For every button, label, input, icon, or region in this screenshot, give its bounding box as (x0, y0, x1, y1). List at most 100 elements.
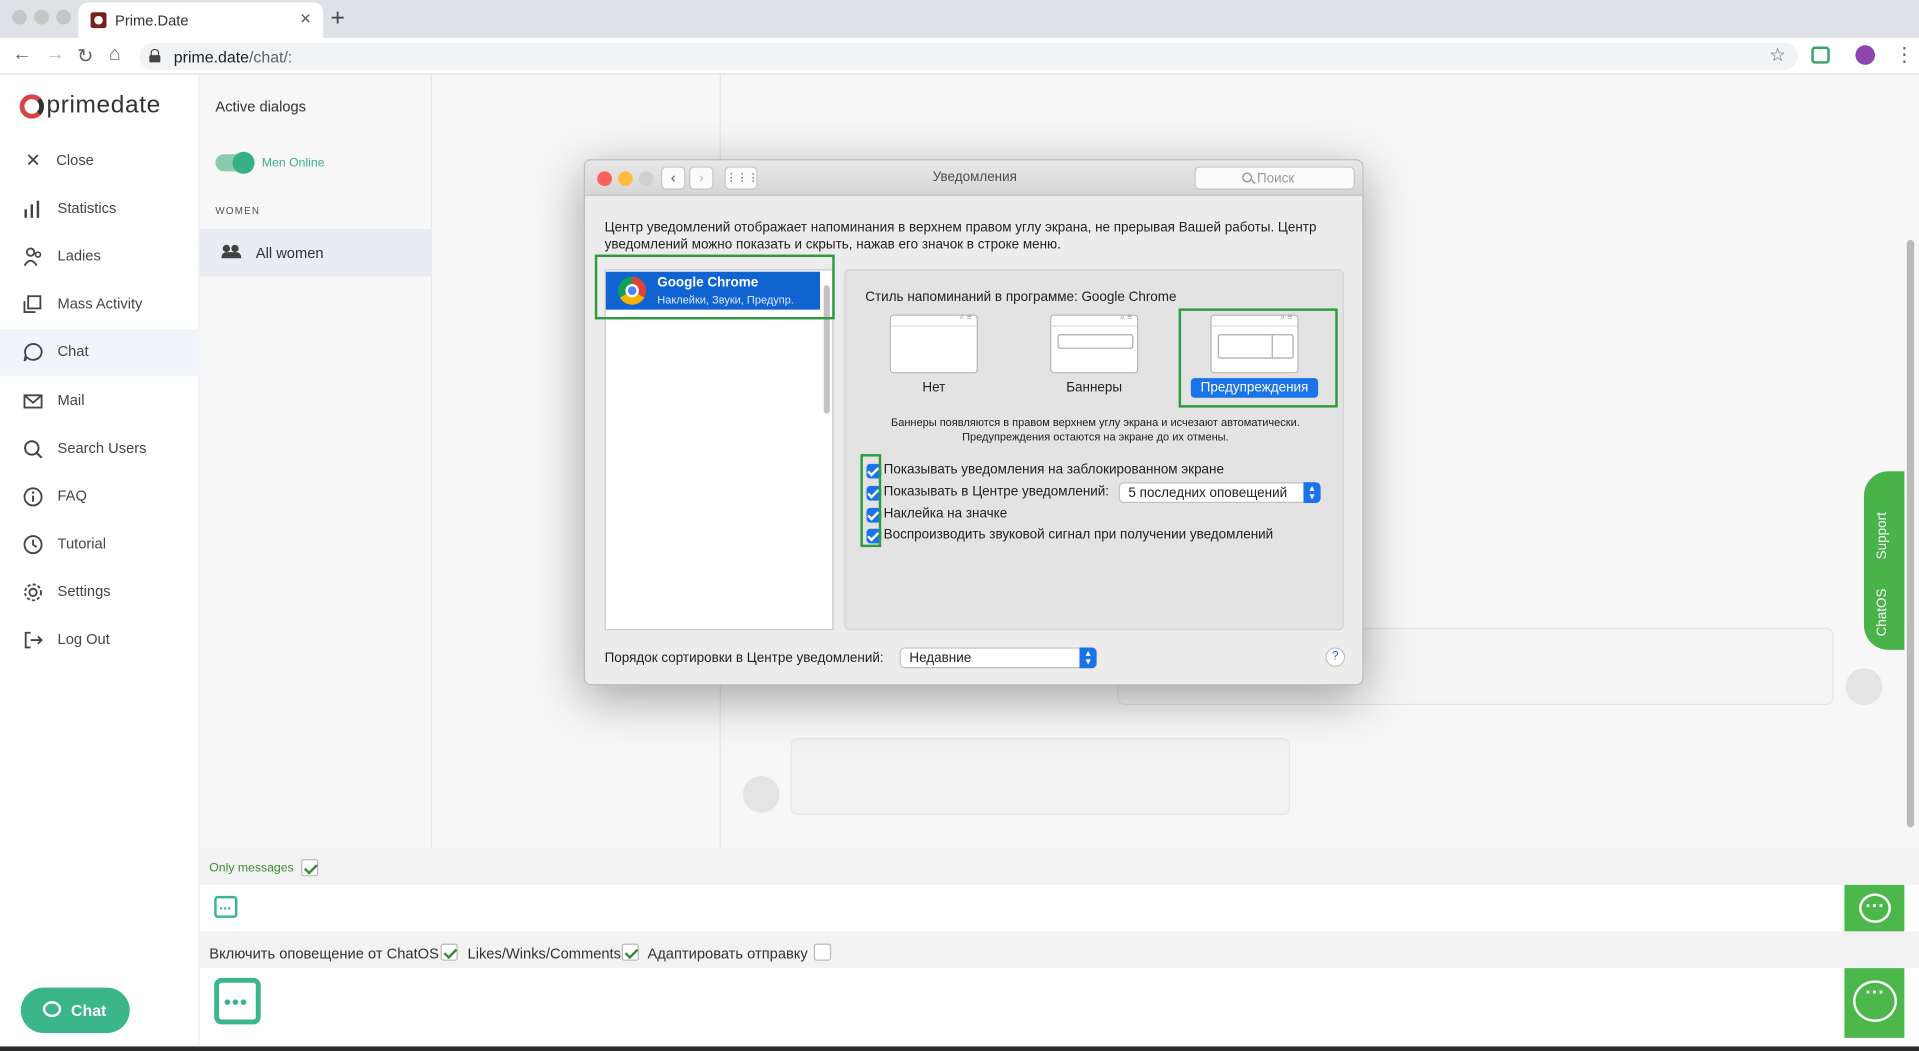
sidebar-item-label: FAQ (57, 487, 87, 505)
help-button[interactable]: ? (1325, 647, 1346, 668)
sidebar-item-label: Close (56, 151, 94, 169)
mass-activity-icon (22, 294, 44, 316)
chat-input-row (199, 968, 1919, 1047)
thumb-menubar (890, 313, 977, 327)
reload-icon[interactable]: ↻ (77, 44, 93, 68)
recent-count-select[interactable]: 5 последних оповещений ▴ ▾ (1118, 482, 1321, 504)
style-banners-thumb[interactable] (1050, 313, 1139, 374)
highlight-app-row (594, 254, 835, 320)
sound-label: Воспроизводить звуковой сигнал при получ… (883, 527, 1274, 543)
sidebar-item-label: Chat (57, 342, 89, 360)
window-minimize-control[interactable] (34, 9, 49, 25)
search-icon (22, 438, 44, 460)
back-arrow-icon[interactable]: ← (12, 44, 32, 66)
new-tab-icon[interactable]: + (330, 5, 344, 33)
url-path: /chat/: (248, 47, 293, 67)
extension-icon[interactable] (1811, 46, 1830, 64)
mail-icon (22, 390, 44, 412)
recent-count-value: 5 последних оповещений (1128, 485, 1288, 501)
show-in-center-label: Показывать в Центре уведомлений: (883, 484, 1110, 500)
sidebar-item-label: Tutorial (57, 534, 106, 552)
forward-arrow-icon[interactable]: → (45, 44, 65, 66)
logout-icon (22, 629, 44, 651)
home-icon[interactable]: ⌂ (109, 44, 121, 66)
window-zoom-control[interactable] (56, 9, 71, 25)
open-chat-button[interactable] (1844, 884, 1905, 932)
bookmark-star-icon[interactable]: ☆ (1769, 44, 1785, 66)
window-close-control[interactable] (12, 9, 27, 25)
chat-bubble-icon (22, 341, 44, 363)
browser-address-bar: ← → ↻ ⌂ prime.date/chat/: ☆ ⋮ (0, 37, 1919, 75)
sidebar-item-mass-activity[interactable]: Mass Activity (0, 281, 199, 328)
sidebar-item-mail[interactable]: Mail (0, 378, 199, 425)
style-banners-label: Баннеры (1066, 380, 1123, 396)
browser-menu-icon[interactable]: ⋮ (1895, 43, 1915, 67)
adapt-send-checkbox[interactable] (813, 943, 832, 961)
likes-winks-checkbox[interactable] (621, 943, 639, 961)
app-list: Google Chrome Наклейки, Звуки, Предупр. (604, 269, 834, 631)
notifications-dialog: ‹ › ⋮⋮⋮ Уведомления Поиск Центр уведомле… (583, 159, 1364, 686)
sidebar-item-label: Ladies (57, 247, 101, 265)
dialog-search-field[interactable]: Поиск (1194, 166, 1355, 190)
style-note-line1: Баннеры появляются в правом верхнем углу… (890, 416, 1300, 429)
chat-calendar-icon[interactable] (214, 977, 261, 1025)
browser-tab[interactable]: Prime.Date × (78, 2, 324, 38)
thumb-menubar (1051, 313, 1138, 327)
style-none-thumb[interactable] (889, 313, 978, 374)
sidebar-item-faq[interactable]: FAQ (0, 474, 199, 521)
sidebar-item-label: Statistics (57, 199, 117, 217)
logo-mark-icon (19, 94, 45, 119)
style-note-line2: Предупреждения остаются на экране до их … (962, 430, 1229, 444)
sidebar-item-settings[interactable]: Settings (0, 569, 199, 616)
banner-preview (1057, 334, 1134, 349)
bar-chart-icon (22, 198, 44, 220)
sidebar: primedate ✕ Close Statistics Ladies Mass… (0, 74, 200, 1051)
profile-avatar-icon[interactable] (1855, 45, 1876, 65)
window-bottom-edge (0, 1046, 1919, 1051)
sidebar-item-statistics[interactable]: Statistics (0, 186, 199, 233)
only-messages-bar: Only messages (199, 848, 1919, 885)
sidebar-item-tutorial[interactable]: Tutorial (0, 521, 199, 568)
ladies-icon (22, 246, 44, 268)
chatos-notify-label: Включить оповещение от ChatOS (209, 944, 439, 962)
sidebar-item-label: Log Out (57, 630, 110, 648)
url-host: prime.date (173, 47, 249, 67)
only-messages-checkbox[interactable] (301, 859, 319, 877)
dialog-description: Центр уведомлений отображает напоминания… (604, 220, 1317, 253)
notification-options-bar: Включить оповещение от ChatOS Likes/Wink… (199, 931, 1919, 969)
sidebar-item-close[interactable]: ✕ Close (0, 138, 199, 185)
gear-icon (22, 581, 44, 603)
sort-order-select[interactable]: Недавние ▴ ▾ (899, 647, 1097, 669)
sort-order-label: Порядок сортировки в Центре уведомлений: (604, 651, 884, 666)
sidebar-item-label: Settings (57, 582, 111, 600)
select-arrows-icon: ▴ ▾ (1079, 647, 1097, 669)
chatos-calendar-icon[interactable] (214, 895, 238, 918)
dialog-titlebar: ‹ › ⋮⋮⋮ Уведомления Поиск (585, 160, 1363, 196)
chat-button[interactable]: Chat (20, 987, 130, 1033)
sidebar-item-label: Mass Activity (57, 294, 143, 313)
tab-close-icon[interactable]: × (300, 9, 311, 30)
sidebar-item-chat[interactable]: Chat (0, 329, 200, 376)
tutorial-icon (22, 534, 44, 556)
sidebar-item-log-out[interactable]: Log Out (0, 617, 199, 664)
only-messages-label: Only messages (209, 861, 294, 876)
app-settings-panel: Стиль напоминаний в программе: Google Ch… (844, 269, 1344, 631)
chat-bubble-icon (42, 1001, 62, 1018)
sidebar-item-search-users[interactable]: Search Users (0, 426, 199, 473)
alert-style-title: Стиль напоминаний в программе: Google Ch… (865, 290, 1177, 305)
url-field[interactable]: prime.date/chat/: ☆ (139, 42, 1798, 70)
tab-title: Prime.Date (115, 12, 189, 30)
browser-tab-bar: Prime.Date × + (0, 0, 1919, 38)
chatos-notify-checkbox[interactable] (440, 943, 458, 961)
url-text: prime.date/chat/: (174, 48, 293, 66)
site-favicon-icon (90, 12, 107, 29)
chat-dots-icon (1859, 893, 1891, 923)
sidebar-item-label: Search Users (57, 439, 147, 457)
search-placeholder: Поиск (1256, 171, 1295, 187)
close-icon: ✕ (25, 150, 41, 172)
open-chat-large-button[interactable] (1844, 968, 1905, 1038)
lock-screen-label: Показывать уведомления на заблокированно… (883, 462, 1224, 478)
chat-button-label: Chat (70, 1001, 107, 1020)
sidebar-item-ladies[interactable]: Ladies (0, 234, 199, 281)
search-icon (1242, 172, 1253, 183)
